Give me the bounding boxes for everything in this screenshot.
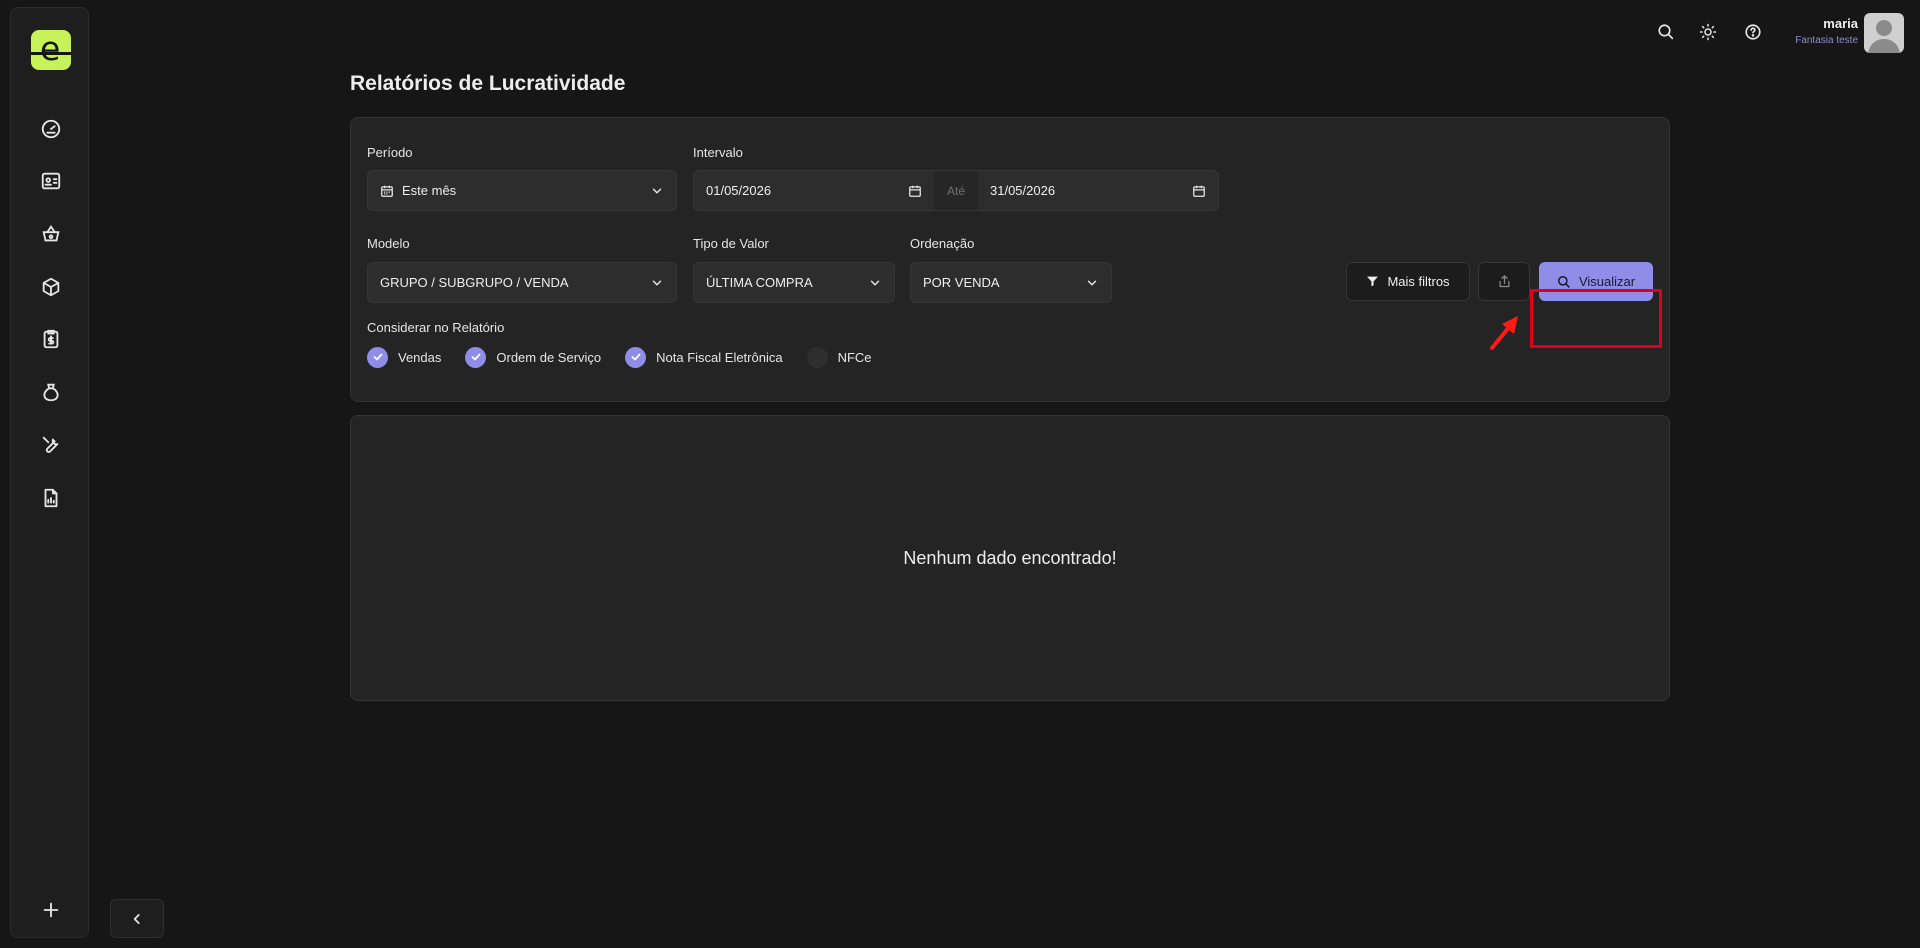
unchecked-circle	[806, 346, 828, 368]
checkbox-label: Nota Fiscal Eletrônica	[656, 349, 783, 365]
user-name: maria	[1823, 16, 1858, 31]
empty-message: Nenhum dado encontrado!	[903, 547, 1117, 568]
dashboard-gauge-icon	[41, 119, 61, 139]
share-export-icon	[1499, 275, 1509, 288]
search-button[interactable]	[1654, 20, 1678, 44]
search-icon	[1658, 24, 1674, 40]
page-title: Relatórios de Lucratividade	[350, 72, 626, 95]
modelo-select[interactable]: GRUPO / SUBGRUPO / VENDA	[367, 262, 677, 303]
date-range-group: 01/05/2026 Até 31/05/2026	[693, 170, 1219, 211]
box-package-icon	[42, 277, 60, 297]
calendar-icon[interactable]	[908, 184, 922, 198]
periodo-label: Período	[367, 145, 413, 160]
checkbox-nota-fiscal[interactable]: Nota Fiscal Eletrônica	[625, 346, 783, 368]
theme-toggle-button[interactable]	[1696, 20, 1720, 44]
sidebar-item-finance[interactable]	[38, 326, 64, 352]
checkbox-label: NFCe	[837, 349, 872, 365]
shopping-basket-icon	[42, 225, 60, 242]
chevron-down-icon	[1085, 276, 1099, 290]
date-end-input[interactable]: 31/05/2026	[978, 171, 1218, 210]
report-options: Vendas Ordem de Serviço Nota Fiscal Elet…	[367, 346, 896, 368]
checkbox-label: Vendas	[398, 349, 442, 365]
considerar-label: Considerar no Relatório	[367, 320, 505, 335]
modelo-value: GRUPO / SUBGRUPO / VENDA	[380, 275, 569, 290]
intervalo-label: Intervalo	[693, 145, 743, 160]
calendar-icon	[380, 184, 394, 198]
mais-filtros-button[interactable]: Mais filtros	[1346, 262, 1470, 301]
avatar[interactable]	[1864, 13, 1904, 53]
tipo-valor-value: ÚLTIMA COMPRA	[706, 275, 813, 290]
sidebar-add-button[interactable]	[38, 897, 64, 923]
date-end-value: 31/05/2026	[990, 183, 1056, 198]
sidebar: e	[10, 7, 89, 938]
ordenacao-select[interactable]: POR VENDA	[910, 262, 1112, 303]
sidebar-collapse-button[interactable]	[110, 899, 164, 938]
mais-filtros-label: Mais filtros	[1387, 274, 1450, 289]
user-avatar-icon	[1868, 20, 1900, 53]
wrench-tools-icon	[42, 436, 59, 453]
date-start-input[interactable]: 01/05/2026	[694, 171, 934, 210]
chevron-down-icon	[650, 276, 664, 290]
checkbox-label: Ordem de Serviço	[496, 349, 602, 365]
calendar-icon[interactable]	[1192, 184, 1206, 198]
chevron-down-icon	[650, 184, 664, 198]
visualizar-label: Visualizar	[1578, 274, 1636, 289]
date-start-value: 01/05/2026	[706, 183, 772, 198]
help-circle-icon	[1745, 24, 1761, 40]
highlight-annotation	[1530, 289, 1662, 348]
help-button[interactable]	[1741, 20, 1765, 44]
filter-panel: Período Este mês Intervalo 01/05/2026 At…	[350, 117, 1670, 402]
sidebar-item-contacts[interactable]	[38, 168, 64, 194]
tipo-valor-select[interactable]: ÚLTIMA COMPRA	[693, 262, 895, 303]
date-separator: Até	[934, 171, 978, 210]
user-company: Fantasia teste	[1795, 35, 1858, 46]
chevron-left-icon	[133, 913, 140, 924]
check-icon	[465, 346, 487, 368]
tipo-valor-label: Tipo de Valor	[693, 236, 769, 251]
ordenacao-label: Ordenação	[910, 236, 975, 251]
search-icon	[1557, 275, 1570, 288]
report-chart-file-icon	[44, 488, 58, 508]
sidebar-item-products[interactable]	[38, 274, 64, 300]
modelo-label: Modelo	[367, 236, 410, 251]
checkbox-nfce[interactable]: NFCe	[806, 346, 872, 368]
sun-icon	[1699, 23, 1717, 41]
sidebar-item-services[interactable]	[38, 432, 64, 458]
results-panel: Nenhum dado encontrado!	[350, 415, 1670, 701]
ordenacao-value: POR VENDA	[923, 275, 1000, 290]
checkbox-vendas[interactable]: Vendas	[367, 346, 442, 368]
sidebar-item-reports[interactable]	[38, 485, 64, 511]
plus-icon	[43, 902, 59, 918]
export-button[interactable]	[1478, 262, 1530, 301]
contacts-card-icon	[41, 172, 61, 190]
check-icon	[625, 346, 647, 368]
sidebar-item-cash[interactable]	[38, 379, 64, 405]
check-icon	[367, 346, 388, 368]
logo-glyph: e	[40, 30, 61, 68]
checkbox-ordem-servico[interactable]: Ordem de Serviço	[465, 346, 602, 368]
clipboard-money-icon	[43, 329, 59, 349]
money-bag-icon	[43, 383, 59, 402]
periodo-value: Este mês	[402, 183, 457, 198]
sidebar-item-sales[interactable]	[38, 221, 64, 247]
filter-funnel-icon	[1367, 276, 1379, 287]
periodo-select[interactable]: Este mês	[367, 170, 677, 211]
app-logo[interactable]: e	[31, 30, 71, 70]
sidebar-item-dashboard[interactable]	[38, 116, 64, 142]
chevron-down-icon	[868, 276, 882, 290]
annotation-arrow-icon	[1490, 316, 1518, 350]
